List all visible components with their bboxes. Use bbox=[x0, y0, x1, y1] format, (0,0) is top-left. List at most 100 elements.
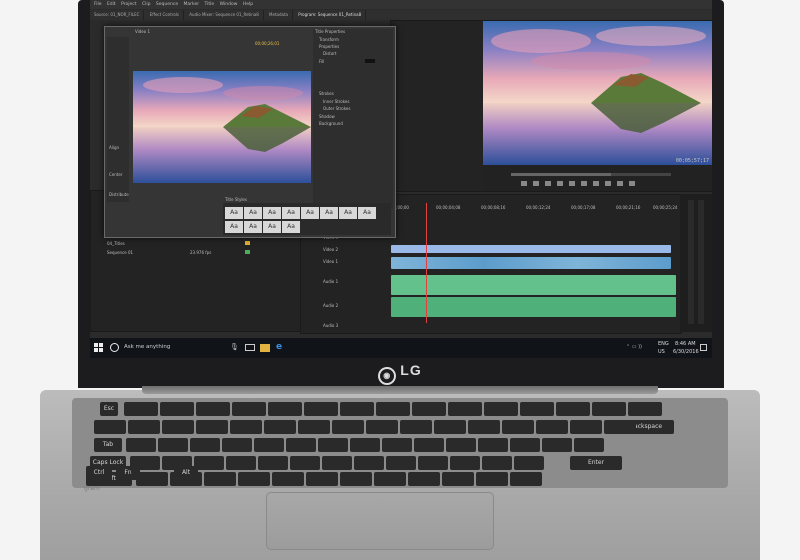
keycap[interactable] bbox=[450, 456, 480, 470]
menu-window[interactable]: Window bbox=[220, 2, 238, 7]
keycap[interactable] bbox=[366, 420, 398, 434]
menu-clip[interactable]: Clip bbox=[142, 2, 151, 7]
video-2-clips[interactable] bbox=[391, 245, 671, 253]
audio-1-clips[interactable] bbox=[391, 275, 676, 295]
keycap[interactable] bbox=[468, 420, 500, 434]
menu-sequence[interactable]: Sequence bbox=[156, 2, 178, 7]
keycap[interactable] bbox=[340, 402, 374, 416]
keycap[interactable] bbox=[514, 456, 544, 470]
microphone-icon[interactable]: 🎙 bbox=[230, 343, 239, 351]
keycap[interactable] bbox=[536, 420, 568, 434]
keycap[interactable] bbox=[592, 402, 626, 416]
title-style-swatch[interactable]: Aa bbox=[225, 220, 243, 233]
track-header-video-1[interactable]: Video 1 bbox=[323, 259, 338, 264]
title-style-swatch[interactable]: Aa bbox=[320, 207, 338, 219]
fill-color-swatch[interactable] bbox=[365, 59, 375, 63]
title-style-swatch[interactable]: Aa bbox=[244, 207, 262, 219]
prop-inner-strokes[interactable]: Inner Strokes bbox=[323, 99, 349, 104]
keycap[interactable] bbox=[482, 456, 512, 470]
keycap[interactable] bbox=[374, 472, 406, 486]
keycap[interactable] bbox=[574, 438, 604, 452]
titler-canvas[interactable] bbox=[133, 71, 311, 183]
keycap[interactable] bbox=[128, 420, 160, 434]
audio-2-clips[interactable] bbox=[391, 297, 676, 317]
prop-properties[interactable]: Properties bbox=[319, 44, 339, 49]
keycap[interactable] bbox=[628, 402, 662, 416]
keycap[interactable] bbox=[94, 420, 126, 434]
prop-transform[interactable]: Transform bbox=[319, 37, 339, 42]
keycap[interactable] bbox=[520, 402, 554, 416]
menu-title[interactable]: Title bbox=[205, 2, 215, 7]
menu-file[interactable]: File bbox=[94, 2, 102, 7]
timeline-ruler[interactable]: 00;00;00 00;00;04;08 00;00;08;16 00;00;1… bbox=[391, 205, 677, 211]
key-ctrl[interactable]: Ctrl bbox=[86, 466, 112, 480]
keycap[interactable] bbox=[322, 456, 352, 470]
keycap[interactable] bbox=[400, 420, 432, 434]
menu-project[interactable]: Project bbox=[121, 2, 136, 7]
keycap[interactable] bbox=[268, 402, 302, 416]
key-alt[interactable]: Alt bbox=[174, 466, 198, 480]
keycap[interactable] bbox=[476, 472, 508, 486]
keycap[interactable] bbox=[570, 420, 602, 434]
keycap[interactable] bbox=[232, 402, 266, 416]
keycap[interactable] bbox=[204, 472, 236, 486]
tab-metadata[interactable]: Metadata bbox=[265, 10, 293, 20]
list-item[interactable]: 04_Titles bbox=[95, 239, 295, 248]
keycap[interactable] bbox=[226, 456, 256, 470]
keycap[interactable] bbox=[510, 438, 540, 452]
tab-program[interactable]: Program: Sequence 01_Retina8 bbox=[294, 10, 367, 20]
track-header-audio-3[interactable]: Audio 3 bbox=[323, 323, 338, 328]
edge-browser-icon[interactable]: e bbox=[276, 342, 282, 352]
keycap[interactable] bbox=[502, 420, 534, 434]
keycap[interactable] bbox=[484, 402, 518, 416]
title-style-swatch[interactable]: Aa bbox=[244, 220, 262, 233]
keycap[interactable] bbox=[408, 472, 440, 486]
keycap[interactable] bbox=[510, 472, 542, 486]
keycap[interactable] bbox=[222, 438, 252, 452]
keycap[interactable] bbox=[318, 438, 348, 452]
keycap[interactable] bbox=[542, 438, 572, 452]
keycap[interactable] bbox=[290, 456, 320, 470]
track-header-video-2[interactable]: Video 2 bbox=[323, 247, 338, 252]
title-style-swatch[interactable]: Aa bbox=[358, 207, 376, 219]
keycap[interactable] bbox=[126, 438, 156, 452]
track-header-audio-2[interactable]: Audio 2 bbox=[323, 303, 338, 308]
keycap[interactable] bbox=[264, 420, 296, 434]
titler-video-tab[interactable]: Video 1 bbox=[135, 29, 150, 34]
title-style-swatch[interactable]: Aa bbox=[282, 220, 300, 233]
tray-time[interactable]: 8:46 AM bbox=[675, 341, 696, 347]
keycap[interactable] bbox=[478, 438, 508, 452]
keycap[interactable] bbox=[332, 420, 364, 434]
keycap[interactable] bbox=[124, 402, 158, 416]
keycap[interactable] bbox=[196, 402, 230, 416]
title-style-swatch[interactable]: Aa bbox=[263, 207, 281, 219]
keycap[interactable] bbox=[298, 420, 330, 434]
file-explorer-icon[interactable] bbox=[260, 344, 270, 352]
keycap[interactable] bbox=[386, 456, 416, 470]
title-style-swatch[interactable]: Aa bbox=[301, 207, 319, 219]
menu-help[interactable]: Help bbox=[243, 2, 253, 7]
keycap[interactable] bbox=[556, 402, 590, 416]
tab-audio-mixer[interactable]: Audio Mixer: Sequence 01_Retina8 bbox=[185, 10, 264, 20]
playhead[interactable] bbox=[426, 203, 427, 323]
list-item[interactable]: Sequence 01 23.976 fps bbox=[95, 248, 295, 257]
keycap[interactable] bbox=[412, 402, 446, 416]
notification-icon[interactable] bbox=[700, 344, 707, 351]
keycap[interactable] bbox=[604, 420, 636, 434]
keycap[interactable] bbox=[162, 420, 194, 434]
keycap[interactable] bbox=[230, 420, 262, 434]
keycap[interactable] bbox=[448, 402, 482, 416]
touchpad[interactable] bbox=[266, 492, 494, 550]
track-header-audio-1[interactable]: Audio 1 bbox=[323, 279, 338, 284]
windows-start-icon[interactable] bbox=[94, 343, 103, 352]
prop-shadow[interactable]: Shadow bbox=[319, 114, 335, 119]
keycap[interactable] bbox=[350, 438, 380, 452]
prop-outer-strokes[interactable]: Outer Strokes bbox=[323, 106, 350, 111]
keycap[interactable] bbox=[196, 420, 228, 434]
tab-source[interactable]: Source: 01_NOR_FILEC bbox=[90, 10, 145, 20]
keycap[interactable] bbox=[446, 438, 476, 452]
keycap[interactable] bbox=[434, 420, 466, 434]
taskbar-search-input[interactable]: Ask me anything bbox=[124, 344, 170, 350]
keycap[interactable] bbox=[194, 456, 224, 470]
video-1-clips[interactable] bbox=[391, 257, 671, 269]
